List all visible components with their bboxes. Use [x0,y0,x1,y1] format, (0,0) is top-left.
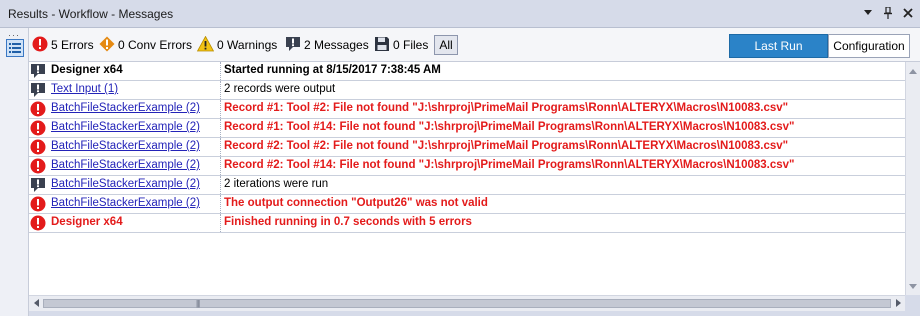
tool-link[interactable]: BatchFileStackerExample (2) [51,197,221,209]
table-row[interactable]: Designer x64 Started running at 8/15/2017… [29,62,905,81]
column-divider [220,157,222,175]
horizontal-scroll-thumb[interactable]: ||| [43,299,891,308]
left-gutter: ··· [0,28,29,316]
scroll-up-icon[interactable] [908,65,918,77]
message-text: Record #2: Tool #2: File not found "J:\s… [224,140,789,152]
message-text: Started running at 8/15/2017 7:38:45 AM [224,64,441,76]
table-row[interactable]: Text Input (1) 2 records were output [29,81,905,100]
column-divider [220,138,222,156]
filter-toolbar: 5 Errors 0 Conv Errors 0 Warnings 2 Mess… [29,28,920,62]
bottom-edge [29,311,905,316]
scroll-left-icon[interactable] [31,298,41,308]
message-text: Record #2: Tool #14: File not found "J:\… [224,159,795,171]
tool-link[interactable]: Text Input (1) [51,83,221,95]
errors-filter[interactable]: 5 Errors [32,35,94,55]
message-text: The output connection "Output26" was not… [224,197,488,209]
save-disk-icon [374,36,390,55]
warnings-filter-label: 0 Warnings [217,38,278,52]
message-icon [29,81,47,99]
column-divider [220,62,222,80]
panel-title-bar: Results - Workflow - Messages [0,0,920,28]
grip-lines-icon: ||| [196,299,200,308]
table-row[interactable]: BatchFileStackerExample (2) Record #2: To… [29,157,905,176]
messages-filter-label: 2 Messages [304,38,369,52]
tool-link[interactable]: BatchFileStackerExample (2) [51,159,221,171]
table-row[interactable]: Designer x64 Finished running in 0.7 seco… [29,214,905,233]
error-icon [29,214,47,232]
table-row[interactable]: BatchFileStackerExample (2) Record #2: To… [29,138,905,157]
error-icon [29,100,47,118]
warnings-filter[interactable]: 0 Warnings [196,35,278,55]
files-filter-label: 0 Files [393,38,429,52]
all-filter-button[interactable]: All [434,35,458,55]
vertical-scrollbar[interactable] [905,62,920,295]
message-text: 2 iterations were run [224,178,329,190]
scrollbar-corner [905,295,920,316]
tool-name: Designer x64 [51,64,123,76]
message-icon [285,36,301,55]
table-row[interactable]: BatchFileStackerExample (2) Record #1: To… [29,100,905,119]
pin-icon[interactable] [882,6,894,20]
error-icon [29,119,47,137]
column-divider [220,81,222,99]
column-divider [220,119,222,137]
table-row[interactable]: BatchFileStackerExample (2) The output co… [29,195,905,214]
message-text: Record #1: Tool #14: File not found "J:\… [224,121,795,133]
message-text: Record #1: Tool #2: File not found "J:\s… [224,102,789,114]
warning-icon [196,35,215,55]
tool-name: Designer x64 [51,216,123,228]
list-view-icon[interactable] [6,39,24,57]
error-icon [29,157,47,175]
message-icon [29,62,47,80]
table-row[interactable]: BatchFileStackerExample (2) 2 iterations … [29,176,905,195]
message-text: Finished running in 0.7 seconds with 5 e… [224,216,472,228]
dropdown-icon[interactable] [862,6,874,20]
conv-errors-filter-label: 0 Conv Errors [118,38,193,52]
configuration-button[interactable]: Configuration [828,34,910,58]
grip-dots-icon: ··· [8,30,20,40]
messages-filter[interactable]: 2 Messages [285,35,369,55]
table-row[interactable]: BatchFileStackerExample (2) Record #1: To… [29,119,905,138]
error-icon [29,138,47,156]
message-icon [29,176,47,194]
message-text: 2 records were output [224,83,336,95]
conv-error-icon [99,36,115,55]
error-icon [29,195,47,213]
tool-link[interactable]: BatchFileStackerExample (2) [51,121,221,133]
column-divider [220,214,222,232]
errors-filter-label: 5 Errors [51,38,94,52]
column-divider [220,100,222,118]
last-run-button[interactable]: Last Run [729,34,828,58]
panel-title: Results - Workflow - Messages [8,7,174,21]
conv-errors-filter[interactable]: 0 Conv Errors [99,35,192,55]
horizontal-scrollbar[interactable]: ||| [29,295,905,311]
column-divider [220,176,222,194]
window-controls [862,6,914,20]
column-divider [220,195,222,213]
tool-link[interactable]: BatchFileStackerExample (2) [51,140,221,152]
tool-link[interactable]: BatchFileStackerExample (2) [51,178,221,190]
scroll-right-icon[interactable] [893,298,903,308]
close-icon[interactable] [902,6,914,20]
scroll-down-icon[interactable] [908,280,918,292]
tool-link[interactable]: BatchFileStackerExample (2) [51,102,221,114]
files-filter[interactable]: 0 Files [374,35,428,55]
messages-grid: Designer x64 Started running at 8/15/2017… [29,62,905,295]
error-icon [32,36,48,55]
